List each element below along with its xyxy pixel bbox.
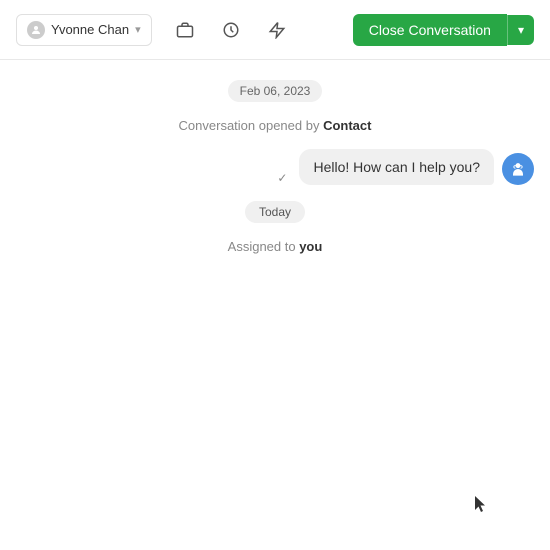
message-bubble: Hello! How can I help you? [299,149,494,185]
message-text: Hello! How can I help you? [313,159,480,175]
bot-avatar [502,153,534,185]
header-left: Yvonne Chan ▾ [16,13,294,47]
clock-icon [222,21,240,39]
chat-header: Yvonne Chan ▾ [0,0,550,60]
date-badge: Feb 06, 2023 [16,80,534,102]
date-label: Feb 06, 2023 [228,80,323,102]
assignee-dropdown[interactable]: Yvonne Chan ▾ [16,14,152,46]
read-checkmark-icon: ✓ [277,171,287,185]
suitcase-button[interactable] [168,13,202,47]
assigned-text: Assigned to [228,239,300,254]
bot-icon [508,159,528,179]
header-right: Close Conversation ▾ [353,14,534,46]
close-conversation-dropdown-button[interactable]: ▾ [507,15,534,45]
assignee-name: Yvonne Chan [51,22,129,37]
suitcase-icon [176,21,194,39]
message-row: ✓ Hello! How can I help you? [16,149,534,185]
lightning-icon [268,21,286,39]
user-icon [27,21,45,39]
close-conversation-button[interactable]: Close Conversation [353,14,507,46]
assigned-message: Assigned to you [16,239,534,254]
chat-area: Feb 06, 2023 Conversation opened by Cont… [0,60,550,274]
lightning-button[interactable] [260,13,294,47]
assigned-you-label: you [299,239,322,254]
today-label: Today [245,201,305,223]
today-badge: Today [16,201,534,223]
system-open-text: Conversation opened by [179,118,324,133]
cursor [475,496,487,514]
clock-button[interactable] [214,13,248,47]
header-icons [168,13,294,47]
dropdown-chevron-icon: ▾ [135,23,141,36]
system-contact-label: Contact [323,118,371,133]
system-open-message: Conversation opened by Contact [16,118,534,133]
